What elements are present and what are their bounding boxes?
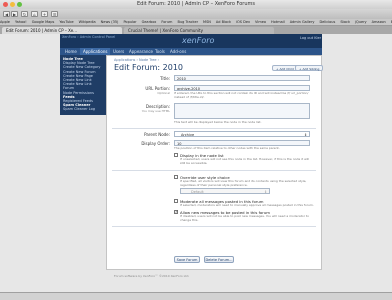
bookmark-item[interactable]: Apple xyxy=(0,20,10,24)
add-child-button[interactable]: + Add Child xyxy=(272,65,298,71)
nav-addons[interactable]: Add-ons xyxy=(167,48,189,55)
bookmark-item[interactable]: Gearbox xyxy=(142,20,157,24)
delete-forum-button[interactable]: Delete Forum... xyxy=(204,256,234,263)
reader-button[interactable]: ☰ xyxy=(51,11,58,17)
home-button[interactable]: ⌂ xyxy=(31,11,38,17)
bookmark-item[interactable]: Wikipedia xyxy=(79,20,96,24)
moderate-messages-explain: If selected, moderators will need to man… xyxy=(180,203,314,207)
bookmark-item[interactable]: Popular xyxy=(123,20,136,24)
add-sibling-button[interactable]: + Add Sibling xyxy=(295,65,324,71)
nav-applications[interactable]: Applications xyxy=(80,48,111,55)
zoom-window-button[interactable] xyxy=(17,2,22,7)
page-viewport: XenForo › Admin Control Panel xenForo Lo… xyxy=(0,34,392,300)
tab-crucial-theme[interactable]: Crucial Theme! | XenForo Community xyxy=(124,27,274,34)
window-titlebar: Edit Forum: 2010 | Admin CP – XenForo Fo… xyxy=(0,0,392,9)
parent-node-label: Parent Node: xyxy=(144,132,170,137)
sidebar-item[interactable]: Spam Cleaner Log xyxy=(63,107,103,111)
display-order-label: Display Order: xyxy=(141,141,170,146)
sidebar-item[interactable]: Create New Category xyxy=(63,65,103,69)
browser-toolbar: ◀ ▶ ↻ ⌂ + ☰ http://xenforo.com/admin.php… xyxy=(0,9,392,26)
bookmarks-bar: Apple Yahoo! Google Maps YouTube Wikipedia Ne… xyxy=(0,19,392,26)
browser-window: Edit Forum: 2010 | Admin CP – XenForo Fo… xyxy=(0,0,392,300)
bookmark-item[interactable]: Admin Gallery xyxy=(290,20,315,24)
save-forum-button[interactable]: Save Forum xyxy=(174,256,200,263)
title-label: Title: xyxy=(160,76,170,81)
close-window-button[interactable] xyxy=(3,2,8,7)
sidebar-item[interactable]: Create New Link Forum xyxy=(63,82,103,90)
section-divider xyxy=(112,170,316,171)
url-portion-explain: If entered, the URL to this section will… xyxy=(174,91,309,99)
nav-home[interactable]: Home xyxy=(62,48,80,55)
bookmark-item[interactable]: Google Maps xyxy=(32,20,55,24)
title-value: 2010 xyxy=(177,77,186,81)
bookmark-item[interactable]: Vimeo xyxy=(255,20,266,24)
bookmark-item[interactable]: Yahoo! xyxy=(15,20,27,24)
bookmark-item[interactable]: Amazon xyxy=(372,20,386,24)
page-breadcrumb[interactable]: Applications › Node Tree › xyxy=(114,58,159,62)
bookmark-item[interactable]: Stack xyxy=(340,20,350,24)
description-explain: This text will be displayed below the no… xyxy=(174,120,262,124)
minimize-window-button[interactable] xyxy=(10,2,15,7)
bookmark-item[interactable]: jQuery xyxy=(355,20,367,24)
xf-nav: Home Applications Users Appearance Tools… xyxy=(60,48,322,55)
section-divider xyxy=(112,226,316,227)
allow-posting-explain: If disabled, users will not be able to p… xyxy=(180,214,309,222)
style-value: Default xyxy=(191,190,204,194)
checkmark-icon: ✓ xyxy=(175,209,179,214)
parent-node-select[interactable]: Archive ⇕ xyxy=(174,131,310,137)
moderate-messages-checkbox[interactable] xyxy=(174,199,178,203)
bookmark-item[interactable]: Delicious xyxy=(319,20,335,24)
title-input[interactable]: 2010 xyxy=(174,75,310,81)
nav-tools[interactable]: Tools xyxy=(152,48,168,55)
status-bar xyxy=(0,292,392,300)
bookmark-item[interactable]: iOS Dev xyxy=(236,20,250,24)
description-textarea[interactable] xyxy=(174,103,310,119)
tab-label: Crucial Theme! | XenForo Community xyxy=(128,28,203,33)
admin-sidebar: Node Tree Display Node Tree Create New Cat… xyxy=(60,55,106,115)
back-button[interactable]: ◀ xyxy=(3,11,10,17)
logout-link[interactable]: Log out Kier xyxy=(300,36,321,40)
display-in-list-checkbox[interactable] xyxy=(174,153,178,157)
bookmark-item[interactable]: Bug Tracker xyxy=(177,20,198,24)
section-divider xyxy=(112,128,316,129)
nav-users[interactable]: Users xyxy=(110,48,127,55)
bookmark-item[interactable]: YouTube xyxy=(59,20,73,24)
page-footer: Forum software by XenForo™ ©2010 XenForo… xyxy=(114,274,190,278)
override-style-explain: If specified, all visitors will view thi… xyxy=(180,179,307,187)
url-portion-hint: Optional xyxy=(157,91,170,95)
style-select[interactable]: Default ⇕ xyxy=(180,188,270,194)
tab-bar: Edit Forum: 2010 | Admin CP – Xe... Cruc… xyxy=(0,26,392,34)
chevron-down-icon: ⇕ xyxy=(304,133,307,137)
bookmark-item[interactable]: News (35) xyxy=(101,20,119,24)
reload-button[interactable]: ↻ xyxy=(21,11,28,17)
bookmark-item[interactable]: Ad Block xyxy=(216,20,231,24)
window-title: Edit Forum: 2010 | Admin CP – XenForo Fo… xyxy=(137,1,255,7)
description-hint: You may use HTML xyxy=(141,109,170,113)
tab-label: Edit Forum: 2010 | Admin CP – Xe... xyxy=(6,28,77,33)
chevron-down-icon: ⇕ xyxy=(264,190,267,194)
bookmark-item[interactable]: Forum xyxy=(161,20,172,24)
forward-button[interactable]: ▶ xyxy=(11,11,18,17)
xf-breadcrumb[interactable]: XenForo › Admin Control Panel xyxy=(62,35,115,40)
display-order-explain: The position of this item relative to ot… xyxy=(174,146,280,150)
bookmark-item[interactable]: MSN xyxy=(203,20,211,24)
parent-node-value: Archive xyxy=(181,133,195,137)
bookmark-item[interactable]: Hotmail xyxy=(271,20,285,24)
override-style-checkbox[interactable] xyxy=(174,175,178,179)
xf-logo[interactable]: xenForo xyxy=(182,37,214,45)
add-bookmark-button[interactable]: + xyxy=(41,11,48,17)
tab-edit-forum[interactable]: Edit Forum: 2010 | Admin CP – Xe... xyxy=(2,27,122,34)
display-in-list-explain: If unselected, users will not see this n… xyxy=(180,157,310,165)
allow-posting-checkbox[interactable]: ✓ xyxy=(174,209,179,214)
page-title: Edit Forum: 2010 xyxy=(114,63,183,72)
